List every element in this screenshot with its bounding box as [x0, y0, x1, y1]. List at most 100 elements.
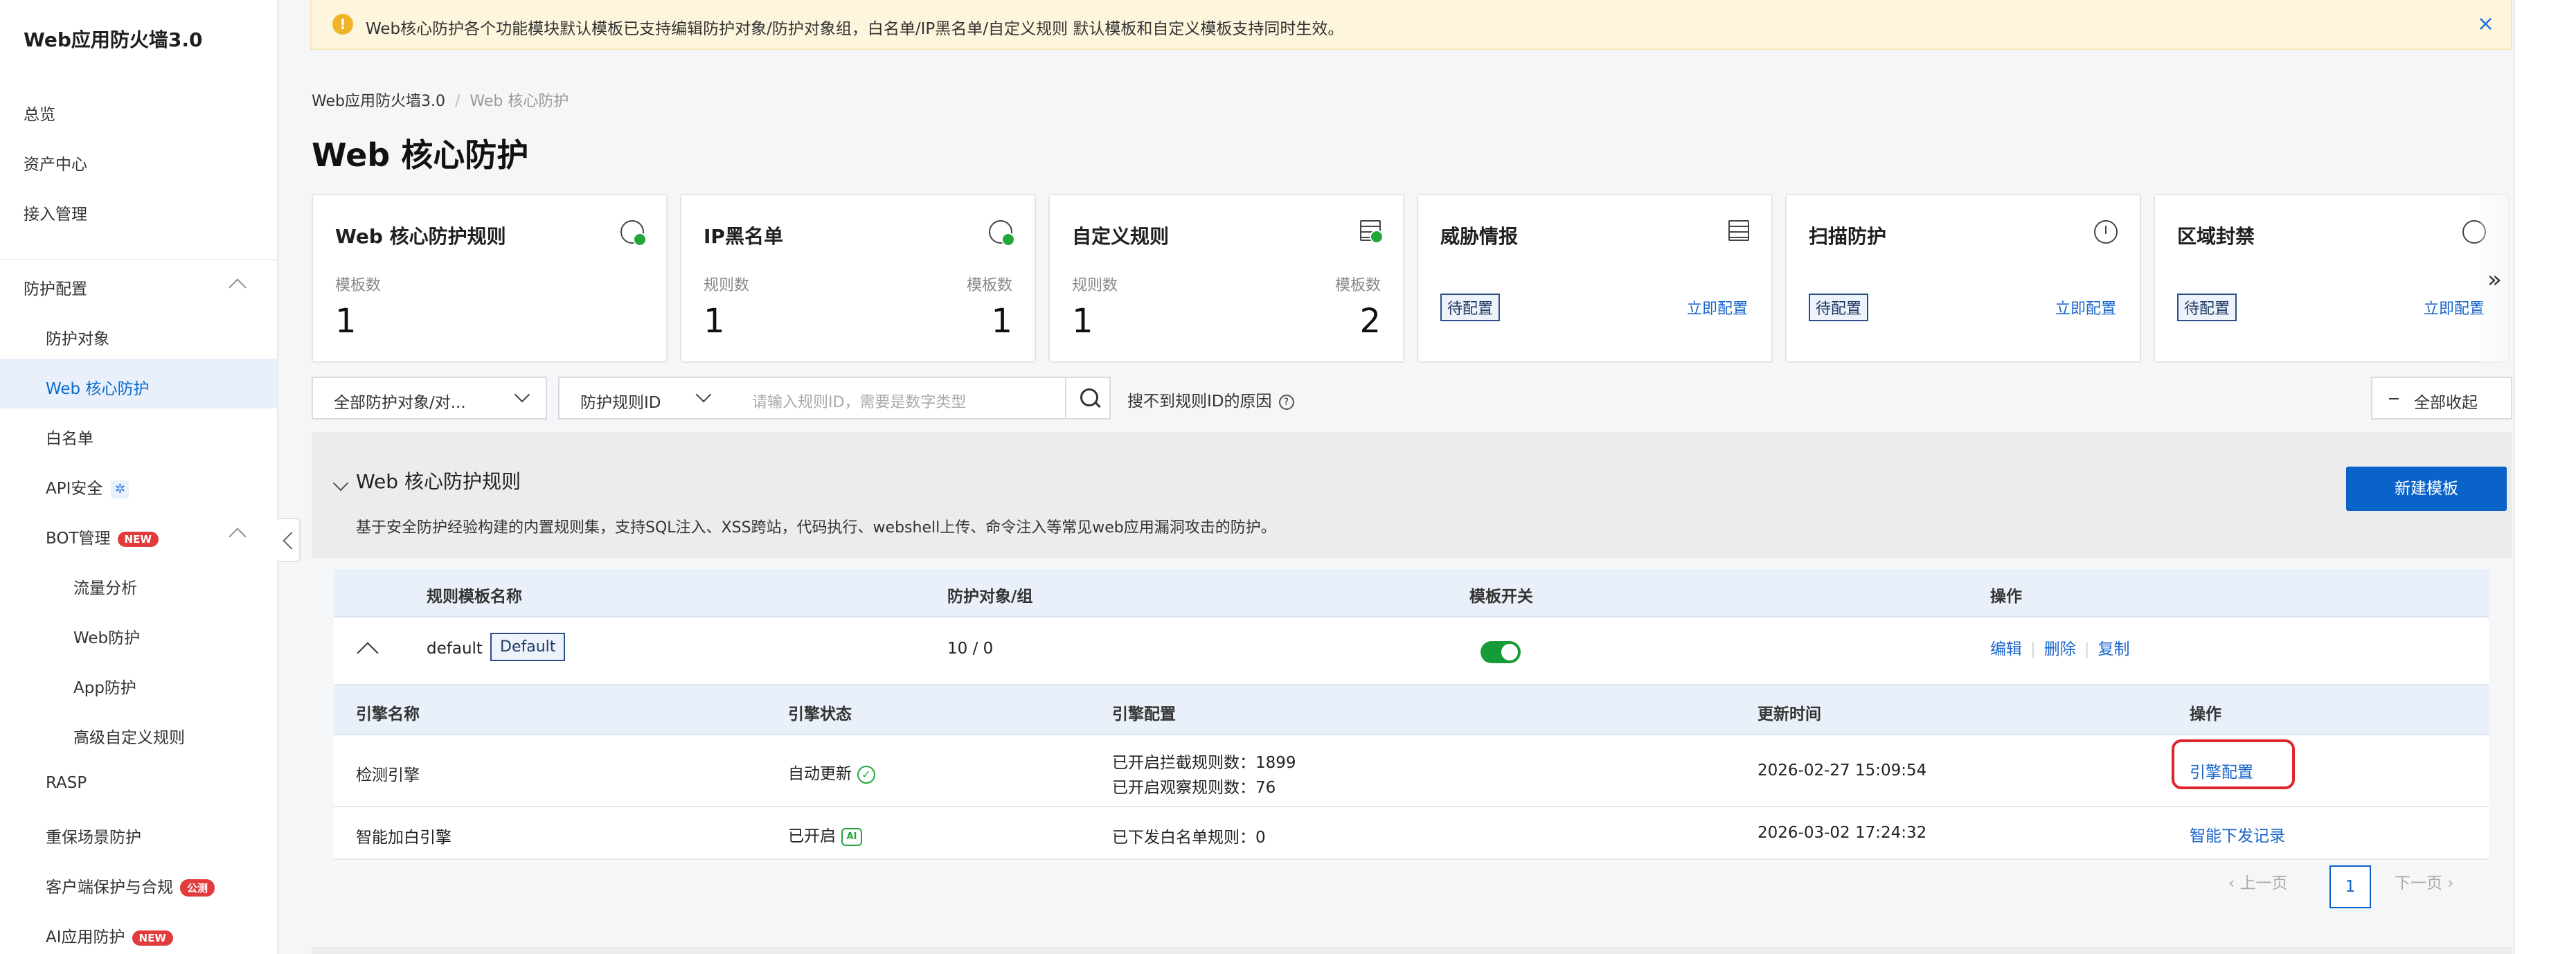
- highlight-outline: [2172, 739, 2295, 789]
- sidebar-item-bot[interactable]: BOT管理 NEW: [46, 525, 159, 548]
- card-threat-intel[interactable]: 威胁情报 待配置 立即配置: [1417, 194, 1773, 363]
- rule-group-header: Web 核心防护规则 基于安全防护经验构建的内置规则集，支持SQL注入、XSS跨…: [312, 432, 2512, 558]
- next-page-button[interactable]: 下一页 ›: [2395, 870, 2454, 893]
- ai-icon: AI: [841, 827, 862, 846]
- warning-icon: !: [332, 14, 353, 35]
- sidebar-item-rasp[interactable]: RASP: [46, 774, 87, 792]
- engine-config-line: 已开启观察规则数：76: [1112, 779, 1276, 797]
- configure-now-link[interactable]: 立即配置: [1687, 296, 1748, 318]
- check-circle-icon: ✓: [857, 765, 875, 784]
- sidebar-item-protection-config[interactable]: 防护配置: [24, 276, 87, 299]
- field-select[interactable]: 防护规则ID: [558, 377, 728, 420]
- close-icon[interactable]: ×: [2477, 14, 2494, 35]
- chevron-down-icon: [695, 386, 712, 403]
- table-row: 智能加白引擎 已开启 AI 已下发白名单规则：0 2026-03-02 17:24…: [334, 807, 2489, 860]
- card-web-core-rules[interactable]: Web 核心防护规则 模板数 1: [312, 194, 668, 363]
- column-header: 操作: [1990, 588, 2022, 606]
- sidebar-item-app-protection[interactable]: App防护: [73, 674, 136, 698]
- breadcrumb-current: Web 核心防护: [469, 93, 569, 110]
- prev-page-label: 上一页: [2239, 874, 2288, 892]
- table-header: 规则模板名称 防护对象/组 模板开关 操作: [334, 569, 2489, 618]
- sidebar-item-api-security[interactable]: API安全 ✲: [46, 475, 129, 498]
- sidebar-divider: [0, 259, 277, 260]
- search-icon[interactable]: [1065, 377, 1111, 420]
- column-header: 更新时间: [1757, 705, 1821, 723]
- card-label: 规则数: [1072, 277, 1118, 294]
- group-description: 基于安全防护经验构建的内置规则集，支持SQL注入、XSS跨站，代码执行、webs…: [356, 519, 1276, 537]
- engine-config-line: 已下发白名单规则：0: [1112, 829, 1266, 847]
- template-name: default: [427, 640, 483, 658]
- card-region-block[interactable]: 区域封禁 待配置 立即配置: [2154, 194, 2510, 363]
- status-badge: 待配置: [1809, 294, 1869, 321]
- engine-status: 自动更新 ✓: [788, 760, 875, 784]
- action-divider: |: [2030, 640, 2036, 658]
- sidebar-item-access[interactable]: 接入管理: [24, 201, 87, 224]
- engine-status: 已开启 AI: [788, 822, 862, 846]
- column-header: 规则模板名称: [427, 588, 522, 606]
- collapse-all-button[interactable]: 全部收起: [2371, 377, 2512, 420]
- card-scan-protection[interactable]: 扫描防护 待配置 立即配置: [1785, 194, 2141, 363]
- sidebar-item-assets[interactable]: 资产中心: [24, 151, 87, 174]
- chevron-up-icon[interactable]: [229, 528, 247, 546]
- search-input[interactable]: 请输入规则ID，需要是数字类型: [727, 377, 1066, 420]
- object-select-value: 全部防护对象/对...: [334, 394, 466, 412]
- sidebar-item-overview[interactable]: 总览: [24, 101, 55, 125]
- card-count: 1: [335, 302, 357, 341]
- scan-icon: [2094, 220, 2118, 244]
- delete-link[interactable]: 删除: [2044, 640, 2076, 658]
- status-badge: 待配置: [1440, 294, 1501, 321]
- chevron-down-icon[interactable]: [332, 475, 349, 492]
- sidebar-item-protection-objects[interactable]: 防护对象: [46, 325, 109, 349]
- rule-list-icon: [1360, 220, 1384, 244]
- card-count: 1: [991, 302, 1012, 341]
- sidebar-item-key-protection[interactable]: 重保场景防护: [46, 824, 141, 847]
- sidebar-item-label: AI应用防护: [46, 928, 125, 946]
- sidebar-item-web-core[interactable]: Web 核心防护: [46, 375, 149, 399]
- card-title: Web 核心防护规则: [335, 225, 506, 248]
- table-row: default Default 10 / 0 编辑 | 删除 | 复制: [334, 618, 2489, 685]
- sidebar-item-whitelist[interactable]: 白名单: [46, 425, 93, 449]
- card-count: 1: [704, 302, 725, 341]
- chevron-up-icon[interactable]: [357, 642, 379, 664]
- chevron-up-icon[interactable]: [229, 278, 247, 296]
- new-template-button[interactable]: 新建模板: [2346, 467, 2507, 511]
- configure-now-link[interactable]: 立即配置: [2424, 296, 2485, 318]
- card-title: IP黑名单: [704, 225, 783, 248]
- help-icon[interactable]: ?: [1278, 394, 1294, 410]
- card-ip-blacklist[interactable]: IP黑名单 规则数 1 模板数 1: [680, 194, 1036, 363]
- prev-page-button[interactable]: ‹ 上一页: [2228, 870, 2288, 893]
- card-title: 区域封禁: [2177, 225, 2255, 248]
- configure-now-link[interactable]: 立即配置: [2055, 296, 2116, 318]
- sidebar-item-web-protection[interactable]: Web防护: [73, 624, 140, 648]
- card-custom-rules[interactable]: 自定义规则 规则数 1 模板数 2: [1048, 194, 1404, 363]
- sidebar-item-traffic-analysis[interactable]: 流量分析: [73, 575, 137, 598]
- next-group-strip: [312, 947, 2512, 954]
- column-header: 操作: [2190, 705, 2221, 723]
- engine-config-line: 已开启拦截规则数：1899: [1112, 754, 1296, 772]
- sidebar-item-client-protection[interactable]: 客户端保护与合规 公测: [46, 874, 215, 897]
- table-row: 检测引擎 自动更新 ✓ 已开启拦截规则数：1899 已开启观察规则数：76 202…: [334, 735, 2489, 807]
- column-header: 引擎状态: [788, 705, 852, 723]
- page-number-current[interactable]: 1: [2329, 865, 2371, 908]
- template-switch[interactable]: [1481, 641, 1521, 663]
- why-not-found-link[interactable]: 搜不到规则ID的原因?: [1127, 388, 1294, 411]
- object-select[interactable]: 全部防护对象/对...: [312, 377, 547, 420]
- edit-link[interactable]: 编辑: [1990, 640, 2022, 658]
- sparkle-icon: ✲: [111, 480, 129, 498]
- engine-status-label: 自动更新: [788, 765, 852, 783]
- status-badge: 待配置: [2177, 294, 2237, 321]
- sidebar-item-ai-app-protection[interactable]: AI应用防护 NEW: [46, 924, 173, 947]
- notice-text: Web核心防护各个功能模块默认模板已支持编辑防护对象/防护对象组，白名单/IP黑…: [366, 20, 1344, 38]
- field-select-value: 防护规则ID: [580, 394, 661, 412]
- default-tag: Default: [490, 633, 566, 661]
- collapse-all-label: 全部收起: [2414, 394, 2478, 412]
- card-label: 模板数: [335, 277, 382, 294]
- breadcrumb-root[interactable]: Web应用防火墙3.0: [312, 93, 445, 110]
- scroll-right-icon[interactable]: »: [2487, 266, 2502, 294]
- column-header: 引擎配置: [1112, 705, 1176, 723]
- right-gutter: [2514, 0, 2576, 954]
- smart-dispatch-log-link[interactable]: 智能下发记录: [2190, 822, 2285, 846]
- engine-name: 检测引擎: [356, 766, 420, 784]
- sidebar-item-advanced-custom-rules[interactable]: 高级自定义规则: [73, 724, 185, 748]
- copy-link[interactable]: 复制: [2098, 640, 2130, 658]
